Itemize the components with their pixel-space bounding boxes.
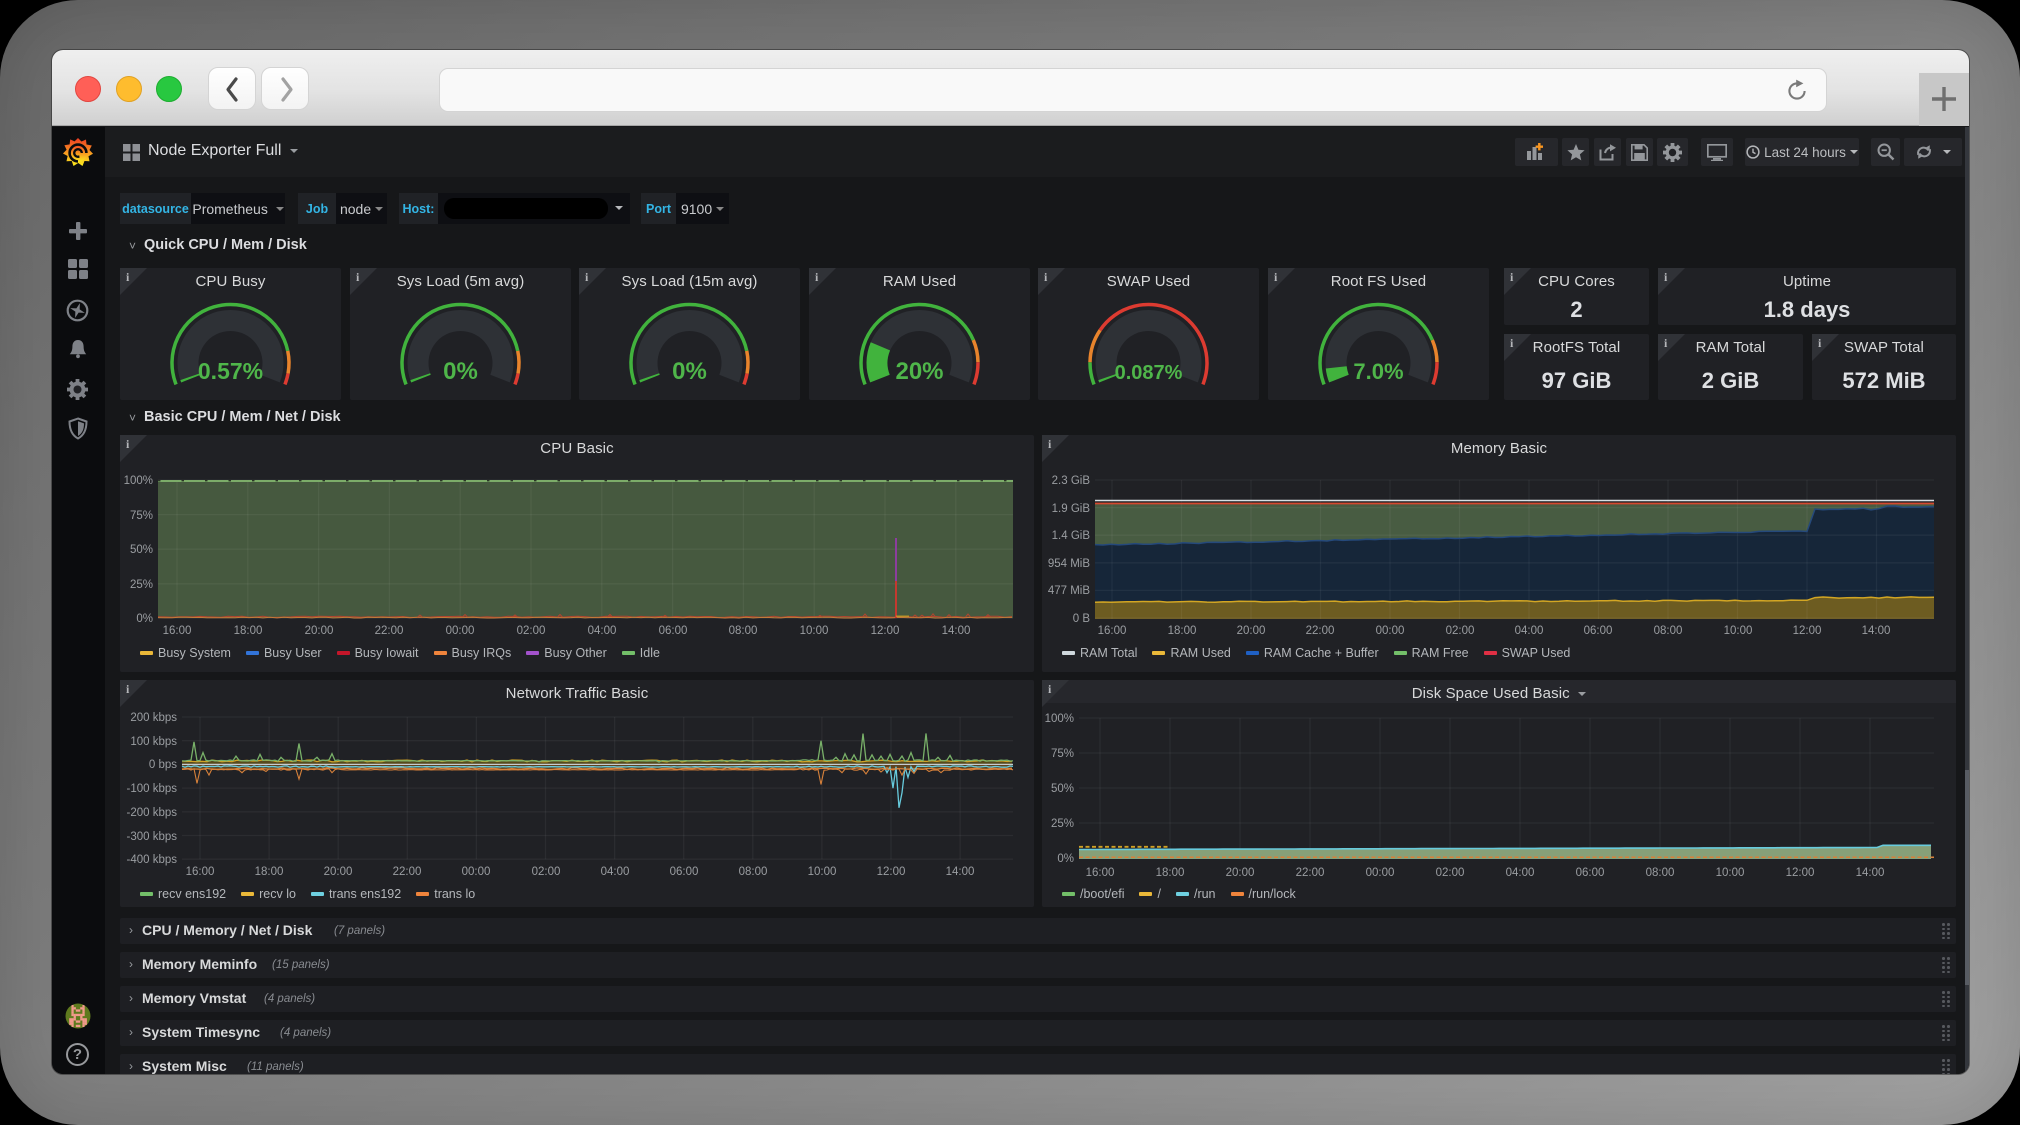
- svg-text:2.3 GiB: 2.3 GiB: [1052, 475, 1091, 487]
- svg-text:12:00: 12:00: [871, 625, 900, 637]
- svg-text:02:00: 02:00: [517, 625, 546, 637]
- svg-text:-400 kbps: -400 kbps: [126, 854, 177, 866]
- svg-text:20%: 20%: [895, 358, 943, 385]
- svg-text:10:00: 10:00: [1724, 625, 1753, 637]
- svg-text:0.087%: 0.087%: [1115, 362, 1183, 384]
- svg-text:100%: 100%: [1045, 713, 1074, 725]
- svg-text:06:00: 06:00: [659, 625, 688, 637]
- svg-text:16:00: 16:00: [163, 625, 192, 637]
- svg-text:18:00: 18:00: [1168, 625, 1197, 637]
- svg-text:00:00: 00:00: [462, 866, 491, 878]
- svg-text:22:00: 22:00: [393, 866, 422, 878]
- svg-text:75%: 75%: [130, 510, 153, 522]
- svg-text:02:00: 02:00: [532, 866, 561, 878]
- svg-text:50%: 50%: [130, 544, 153, 556]
- svg-text:08:00: 08:00: [729, 625, 758, 637]
- svg-text:00:00: 00:00: [446, 625, 475, 637]
- svg-text:04:00: 04:00: [1515, 625, 1544, 637]
- svg-text:08:00: 08:00: [1654, 625, 1683, 637]
- svg-text:0.57%: 0.57%: [198, 358, 263, 384]
- svg-text:08:00: 08:00: [739, 866, 768, 878]
- svg-text:75%: 75%: [1051, 748, 1074, 760]
- svg-text:0%: 0%: [136, 613, 153, 625]
- svg-text:10:00: 10:00: [800, 625, 829, 637]
- svg-text:954 MiB: 954 MiB: [1048, 558, 1091, 570]
- svg-text:16:00: 16:00: [1098, 625, 1127, 637]
- svg-text:10:00: 10:00: [808, 866, 837, 878]
- svg-text:00:00: 00:00: [1366, 867, 1395, 879]
- svg-text:18:00: 18:00: [234, 625, 263, 637]
- svg-text:-200 kbps: -200 kbps: [126, 807, 177, 819]
- svg-text:18:00: 18:00: [1156, 867, 1185, 879]
- svg-text:22:00: 22:00: [1296, 867, 1325, 879]
- svg-text:14:00: 14:00: [1862, 625, 1891, 637]
- svg-text:22:00: 22:00: [375, 625, 404, 637]
- svg-text:22:00: 22:00: [1306, 625, 1335, 637]
- svg-text:02:00: 02:00: [1446, 625, 1475, 637]
- svg-text:14:00: 14:00: [942, 625, 971, 637]
- svg-text:20:00: 20:00: [1237, 625, 1266, 637]
- svg-text:25%: 25%: [130, 579, 153, 591]
- svg-text:16:00: 16:00: [186, 866, 215, 878]
- svg-text:02:00: 02:00: [1436, 867, 1465, 879]
- svg-text:25%: 25%: [1051, 818, 1074, 830]
- svg-text:06:00: 06:00: [1584, 625, 1613, 637]
- svg-text:-100 kbps: -100 kbps: [126, 783, 177, 795]
- svg-text:00:00: 00:00: [1376, 625, 1405, 637]
- svg-text:06:00: 06:00: [1576, 867, 1605, 879]
- svg-text:12:00: 12:00: [877, 866, 906, 878]
- svg-text:1.4 GiB: 1.4 GiB: [1052, 530, 1091, 542]
- svg-text:06:00: 06:00: [670, 866, 699, 878]
- svg-text:200 kbps: 200 kbps: [130, 712, 177, 724]
- svg-text:1.9 GiB: 1.9 GiB: [1052, 503, 1091, 515]
- svg-text:20:00: 20:00: [324, 866, 353, 878]
- svg-text:20:00: 20:00: [305, 625, 334, 637]
- svg-text:18:00: 18:00: [255, 866, 284, 878]
- svg-text:16:00: 16:00: [1086, 867, 1115, 879]
- svg-text:04:00: 04:00: [588, 625, 617, 637]
- svg-text:0 bps: 0 bps: [149, 759, 177, 771]
- svg-text:20:00: 20:00: [1226, 867, 1255, 879]
- svg-text:0%: 0%: [443, 358, 478, 385]
- svg-text:-300 kbps: -300 kbps: [126, 831, 177, 843]
- svg-text:0%: 0%: [1057, 853, 1074, 865]
- svg-text:10:00: 10:00: [1716, 867, 1745, 879]
- svg-text:7.0%: 7.0%: [1353, 359, 1403, 384]
- svg-text:04:00: 04:00: [601, 866, 630, 878]
- svg-text:50%: 50%: [1051, 783, 1074, 795]
- svg-text:0%: 0%: [672, 358, 707, 385]
- svg-text:477 MiB: 477 MiB: [1048, 585, 1091, 597]
- svg-text:08:00: 08:00: [1646, 867, 1675, 879]
- svg-text:100 kbps: 100 kbps: [130, 736, 177, 748]
- svg-text:100%: 100%: [124, 475, 153, 487]
- svg-text:04:00: 04:00: [1506, 867, 1535, 879]
- svg-text:0 B: 0 B: [1073, 613, 1091, 625]
- svg-text:14:00: 14:00: [1856, 867, 1885, 879]
- svg-text:14:00: 14:00: [946, 866, 975, 878]
- svg-text:12:00: 12:00: [1793, 625, 1822, 637]
- svg-text:12:00: 12:00: [1786, 867, 1815, 879]
